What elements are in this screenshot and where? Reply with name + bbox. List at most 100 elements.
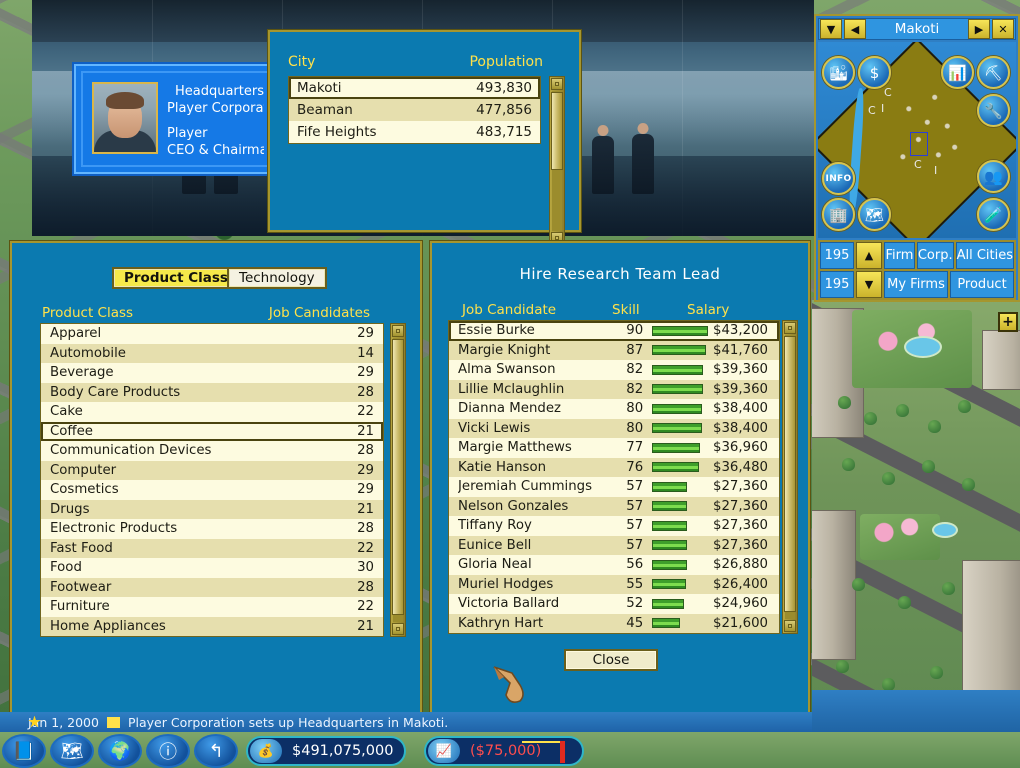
cash-indicator[interactable]: 💰 $491,075,000: [246, 736, 406, 766]
product-class-row[interactable]: Footwear 28: [41, 577, 383, 597]
job-candidate-row[interactable]: Eunice Bell 57 $27,360: [449, 535, 779, 555]
info-map-button[interactable]: INFO: [822, 162, 855, 195]
profit-value: ($75,000): [470, 743, 542, 759]
prev-button[interactable]: ◀: [844, 19, 866, 39]
product-class-row[interactable]: Apparel 29: [41, 324, 383, 344]
scroll-thumb[interactable]: [784, 336, 796, 612]
scroll-down-button[interactable]: [784, 620, 796, 632]
candidate-name: Essie Burke: [458, 323, 535, 339]
product-class-row[interactable]: Cosmetics 29: [41, 480, 383, 500]
job-candidate-row[interactable]: Alma Swanson 82 $39,360: [449, 360, 779, 380]
product-list-scrollbar[interactable]: [390, 323, 406, 637]
candidate-skill-bar: [643, 345, 713, 356]
product-class-candidates: 28: [357, 384, 374, 400]
job-candidate-row[interactable]: Kathryn Hart 45 $21,600: [449, 613, 779, 633]
cash-value: $491,075,000: [292, 743, 394, 759]
trade-icon[interactable]: 🗺: [858, 198, 891, 231]
city-buildings-icon[interactable]: 🏙: [822, 56, 855, 89]
product-class-row[interactable]: Furniture 22: [41, 597, 383, 617]
people-icon[interactable]: 👥: [977, 160, 1010, 193]
hire-list-scrollbar[interactable]: [782, 320, 798, 634]
product-class-row[interactable]: Drugs 21: [41, 499, 383, 519]
product-class-row[interactable]: Cake 22: [41, 402, 383, 422]
product-class-name: Home Appliances: [50, 618, 166, 634]
factory-icon[interactable]: 🏢: [822, 198, 855, 231]
product-class-row[interactable]: Fast Food 22: [41, 538, 383, 558]
tab-product-class[interactable]: Product Class: [112, 267, 240, 289]
city-population: 493,830: [476, 80, 532, 96]
wrench-icon[interactable]: 🔧: [977, 94, 1010, 127]
headquarters-card[interactable]: Headquarters Player Corporation Player C…: [72, 62, 281, 176]
profit-indicator[interactable]: 📈 ($75,000): [424, 736, 584, 766]
viewport-rect[interactable]: [910, 132, 928, 156]
city-row[interactable]: Fife Heights 483,715: [289, 121, 540, 143]
close-window-button[interactable]: ✕: [992, 19, 1014, 39]
scroll-up-button[interactable]: [551, 78, 563, 90]
candidate-salary: $36,960: [713, 440, 768, 456]
job-candidate-row[interactable]: Nelson Gonzales 57 $27,360: [449, 496, 779, 516]
job-candidate-list[interactable]: Essie Burke 90 $43,200 Margie Knight 87 $41,7…: [448, 320, 780, 634]
scroll-down-button[interactable]: [392, 623, 404, 635]
zoom-in-button[interactable]: +: [998, 312, 1018, 332]
bottom-toolbar[interactable]: 📘 🗺 🌍 ⓘ ↰ 💰 $491,075,000 📈 ($75,000) Jan…: [0, 732, 1020, 768]
minimap-filter-button[interactable]: Corp.: [916, 242, 954, 269]
product-class-list[interactable]: Apparel 29 Automobile 14 Beverage 29 Body Care…: [40, 323, 384, 637]
book-icon[interactable]: 📘: [2, 734, 46, 768]
city-row[interactable]: Beaman 477,856: [289, 99, 540, 121]
job-candidate-row[interactable]: Jeremiah Cummings 57 $27,360: [449, 477, 779, 497]
tab-technology[interactable]: Technology: [227, 267, 327, 289]
minimap-canvas[interactable]: C C I C I 🏙 $ 📊 ⛏ 🔧 INFO 🏢 🗺 👥 🧪: [818, 42, 1016, 238]
stock-chart-icon[interactable]: 📊: [941, 56, 974, 89]
dollar-icon[interactable]: $: [858, 56, 891, 89]
job-candidate-row[interactable]: Muriel Hodges 55 $26,400: [449, 574, 779, 594]
minimap-arrow-button[interactable]: ▼: [856, 271, 882, 298]
close-button[interactable]: Close: [564, 649, 658, 671]
next-button[interactable]: ▶: [968, 19, 990, 39]
minimap-button-rows[interactable]: 195 ▲ Firm Corp. All Cities 195 ▼ My Firms Produ…: [818, 240, 1016, 300]
product-class-row[interactable]: Computer 29: [41, 460, 383, 480]
product-class-name: Automobile: [50, 345, 126, 361]
city-row[interactable]: Makoti 493,830: [289, 77, 540, 99]
minimap-filter-button[interactable]: Product: [950, 271, 1014, 298]
undo-icon[interactable]: ↰: [194, 734, 238, 768]
scroll-up-button[interactable]: [392, 325, 404, 337]
city-list-dialog[interactable]: City Population Makoti 493,830 Beaman 477,8…: [268, 30, 581, 246]
job-candidate-row[interactable]: Gloria Neal 56 $26,880: [449, 555, 779, 575]
pickaxe-icon[interactable]: ⛏: [977, 56, 1010, 89]
product-class-row[interactable]: Automobile 14: [41, 343, 383, 363]
product-class-dialog[interactable]: Product Class Technology Product Class J…: [10, 241, 422, 721]
product-icon[interactable]: 🧪: [977, 198, 1010, 231]
scroll-thumb[interactable]: [551, 92, 563, 170]
minimap-panel[interactable]: ▼ ◀ Makoti ▶ ✕ C C I C I 🏙 $ 📊 ⛏ 🔧 INFO …: [814, 14, 1020, 302]
job-candidate-row[interactable]: Essie Burke 90 $43,200: [449, 321, 779, 341]
minimap-filter-button[interactable]: Firm: [884, 242, 915, 269]
map-icon[interactable]: 🗺: [50, 734, 94, 768]
hire-dialog[interactable]: Hire Research Team Lead Job Candidate Sk…: [430, 241, 810, 721]
job-candidate-row[interactable]: Vicki Lewis 80 $38,400: [449, 418, 779, 438]
minimap-filter-button[interactable]: My Firms: [884, 271, 948, 298]
city-list-scrollbar[interactable]: [549, 76, 565, 246]
product-class-row[interactable]: Electronic Products 28: [41, 519, 383, 539]
minimize-button[interactable]: ▼: [820, 19, 842, 39]
job-candidate-row[interactable]: Lillie Mclaughlin 82 $39,360: [449, 379, 779, 399]
product-class-row[interactable]: Beverage 29: [41, 363, 383, 383]
job-candidate-row[interactable]: Victoria Ballard 52 $24,960: [449, 594, 779, 614]
product-class-row[interactable]: Home Appliances 21: [41, 616, 383, 636]
product-class-row[interactable]: Body Care Products 28: [41, 382, 383, 402]
city-list[interactable]: Makoti 493,830 Beaman 477,856 Fife Heights 48…: [288, 76, 541, 144]
product-class-row[interactable]: Communication Devices 28: [41, 441, 383, 461]
job-candidate-row[interactable]: Katie Hanson 76 $36,480: [449, 457, 779, 477]
scroll-up-button[interactable]: [784, 322, 796, 334]
minimap-arrow-button[interactable]: ▲: [856, 242, 882, 269]
job-candidate-row[interactable]: Margie Matthews 77 $36,960: [449, 438, 779, 458]
product-class-row[interactable]: Food 30: [41, 558, 383, 578]
job-candidate-row[interactable]: Margie Knight 87 $41,760: [449, 340, 779, 360]
candidate-skill-bar: [643, 442, 713, 453]
product-class-row[interactable]: Coffee 21: [41, 421, 383, 441]
info-icon[interactable]: ⓘ: [146, 734, 190, 768]
job-candidate-row[interactable]: Dianna Mendez 80 $38,400: [449, 399, 779, 419]
scroll-thumb[interactable]: [392, 339, 404, 615]
minimap-filter-button[interactable]: All Cities: [955, 242, 1014, 269]
job-candidate-row[interactable]: Tiffany Roy 57 $27,360: [449, 516, 779, 536]
globe-icon[interactable]: 🌍: [98, 734, 142, 768]
